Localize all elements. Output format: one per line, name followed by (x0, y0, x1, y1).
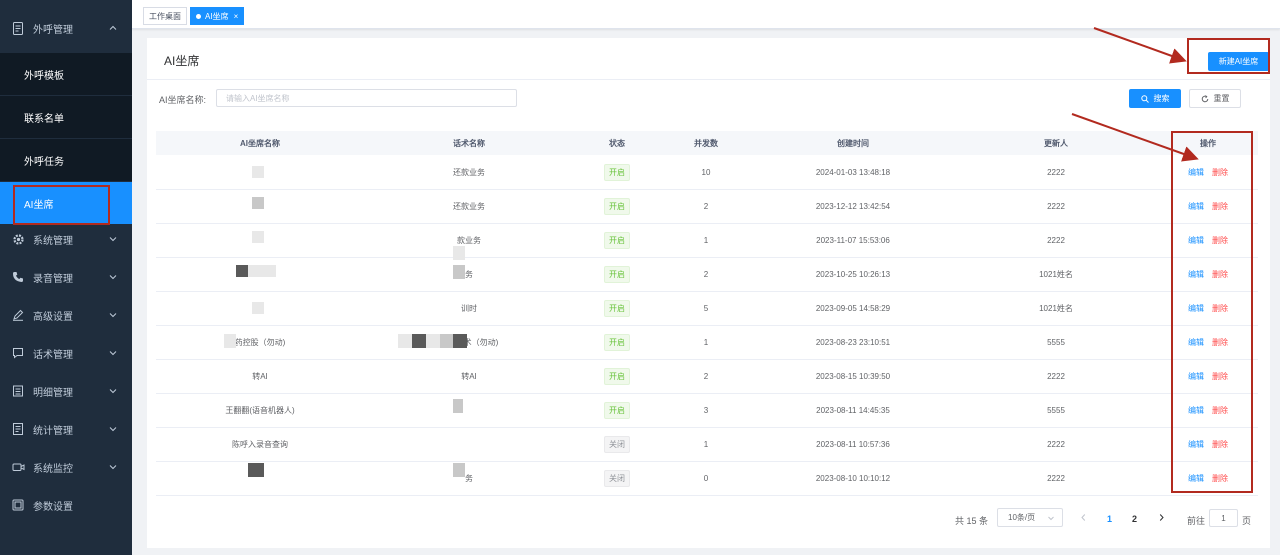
annotation-arrows (1071, 27, 1199, 162)
annotation-arrow-new-button (1093, 27, 1187, 64)
annotation-arrow-operations (1071, 113, 1199, 162)
